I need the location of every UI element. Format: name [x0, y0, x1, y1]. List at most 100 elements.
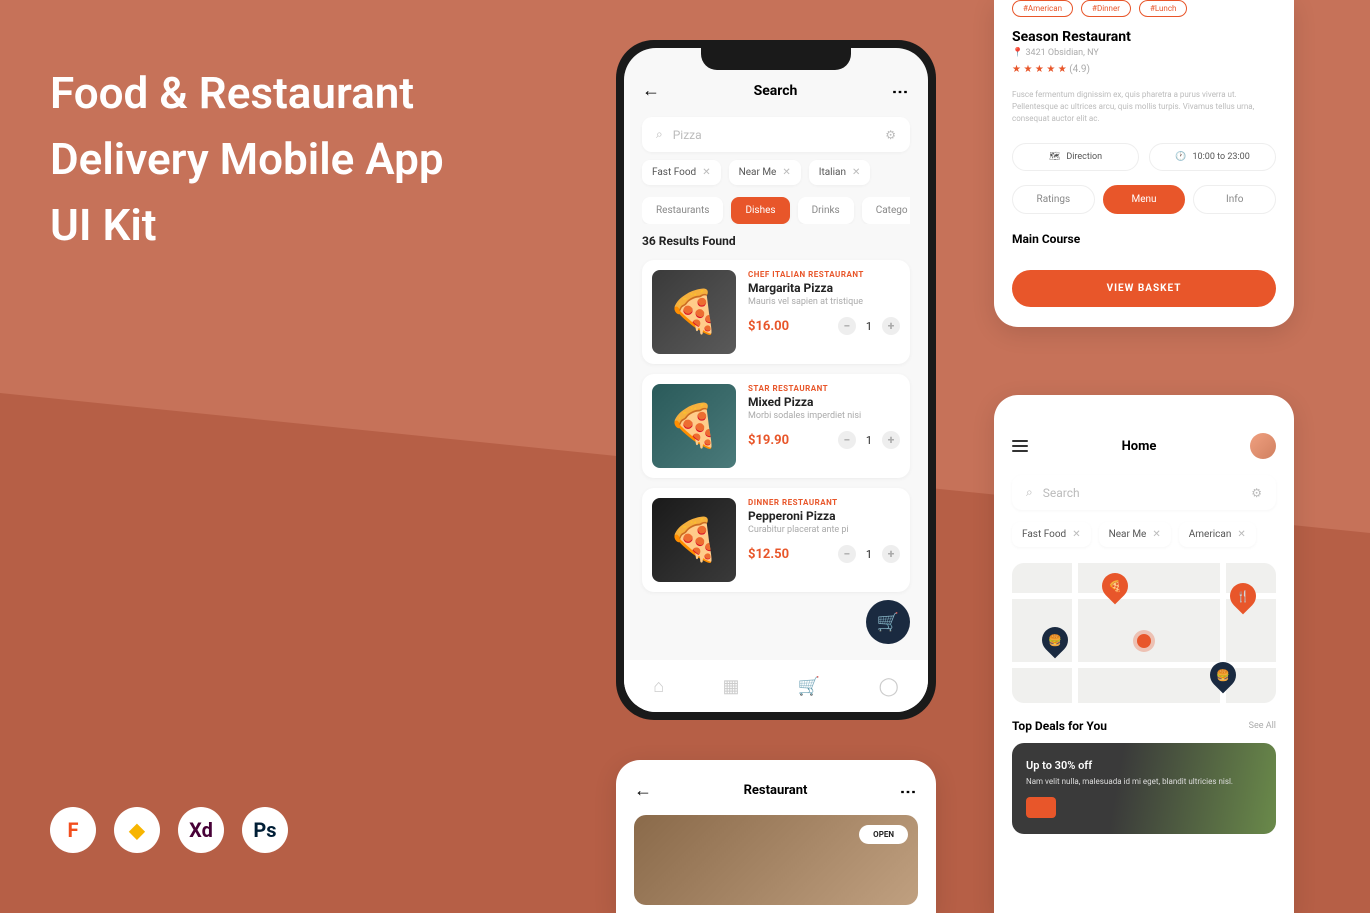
dish-desc: Mauris vel sapien at tristique [748, 297, 900, 307]
qty-plus[interactable]: + [882, 431, 900, 449]
search-icon: ⌕ [1026, 485, 1033, 500]
nav-map-icon[interactable]: ▦ [722, 676, 739, 697]
dish-desc: Morbi sodales imperdiet nisi [748, 411, 900, 421]
tab-drinks[interactable]: Drinks [798, 197, 854, 224]
nav-cart-icon[interactable]: 🛒 [798, 676, 820, 697]
sketch-icon: ◆ [114, 807, 160, 853]
tab-categories[interactable]: Catego [862, 197, 910, 224]
cuisine-tag[interactable]: #American [1012, 0, 1073, 17]
qty-value: 1 [866, 548, 872, 561]
dish-image: 🍕 [652, 498, 736, 582]
close-icon[interactable]: ✕ [1237, 529, 1245, 540]
dish-price: $19.90 [748, 433, 789, 448]
cuisine-tag[interactable]: #Lunch [1139, 0, 1187, 17]
home-screen: Home ⌕ Search ⚙ Fast Food✕ Near Me✕ Amer… [994, 395, 1294, 913]
dish-name: Margarita Pizza [748, 281, 900, 295]
avatar[interactable] [1250, 433, 1276, 459]
view-basket-button[interactable]: VIEW BASKET [1012, 270, 1276, 307]
filter-chip[interactable]: Fast Food✕ [1012, 522, 1091, 547]
restaurant-description: Fusce fermentum dignissim ex, quis phare… [1012, 89, 1276, 125]
more-icon[interactable]: ⋮ [891, 84, 910, 98]
section-title: Main Course [1012, 232, 1276, 246]
filter-chip[interactable]: Near Me✕ [729, 160, 801, 185]
tab-info[interactable]: Info [1193, 185, 1276, 214]
deal-button[interactable] [1026, 797, 1056, 818]
page-title: Home [1122, 439, 1157, 454]
tab-restaurants[interactable]: Restaurants [642, 197, 723, 224]
restaurant-detail-screen: #American #Dinner #Lunch Season Restaura… [994, 0, 1294, 327]
deal-title: Up to 30% off [1026, 759, 1262, 772]
search-input[interactable]: ⌕ Pizza ⚙ [642, 117, 910, 152]
dish-restaurant: DINNER RESTAURANT [748, 498, 900, 507]
filter-chip[interactable]: Near Me✕ [1099, 522, 1171, 547]
close-icon[interactable]: ✕ [1152, 529, 1160, 540]
dish-image: 🍕 [652, 384, 736, 468]
search-input[interactable]: ⌕ Search ⚙ [1012, 475, 1276, 510]
figma-icon: F [50, 807, 96, 853]
current-location-icon [1137, 634, 1151, 648]
photoshop-icon: Ps [242, 807, 288, 853]
deals-title: Top Deals for You [1012, 719, 1107, 733]
close-icon[interactable]: ✕ [702, 167, 710, 178]
dish-card[interactable]: 🍕 CHEF ITALIAN RESTAURANT Margarita Pizz… [642, 260, 910, 364]
filter-chip[interactable]: Fast Food✕ [642, 160, 721, 185]
deal-card[interactable]: Up to 30% off Nam velit nulla, malesuada… [1012, 743, 1276, 834]
rating: ★ ★ ★ ★ ★ (4.9) [1012, 64, 1276, 75]
close-icon[interactable]: ✕ [852, 167, 860, 178]
back-icon[interactable]: ← [634, 780, 652, 801]
qty-value: 1 [866, 434, 872, 447]
filter-chip[interactable]: Italian✕ [809, 160, 871, 185]
close-icon[interactable]: ✕ [782, 167, 790, 178]
dish-desc: Curabitur placerat ante pi [748, 525, 900, 535]
bottom-nav: ⌂ ▦ 🛒 ◯ [624, 660, 928, 712]
page-title: Search [754, 83, 798, 99]
direction-button[interactable]: 🗺 Direction [1012, 143, 1139, 171]
nav-profile-icon[interactable]: ◯ [879, 676, 899, 697]
qty-plus[interactable]: + [882, 545, 900, 563]
nav-home-icon[interactable]: ⌂ [653, 676, 664, 697]
search-value: Pizza [673, 128, 702, 142]
more-icon[interactable]: ⋮ [899, 784, 918, 798]
dish-card[interactable]: 🍕 DINNER RESTAURANT Pepperoni Pizza Cura… [642, 488, 910, 592]
xd-icon: Xd [178, 807, 224, 853]
page-title: Restaurant [744, 783, 808, 798]
tab-ratings[interactable]: Ratings [1012, 185, 1095, 214]
dish-restaurant: STAR RESTAURANT [748, 384, 900, 393]
hours-chip: 🕐 10:00 to 23:00 [1149, 143, 1276, 171]
qty-plus[interactable]: + [882, 317, 900, 335]
dish-price: $16.00 [748, 319, 789, 334]
qty-minus[interactable]: − [838, 431, 856, 449]
map[interactable]: 🍕 🍴 🍔 🍔 [1012, 563, 1276, 703]
qty-minus[interactable]: − [838, 317, 856, 335]
qty-value: 1 [866, 320, 872, 333]
deal-desc: Nam velit nulla, malesuada id mi eget, b… [1026, 776, 1262, 787]
restaurant-image: OPEN [634, 815, 918, 905]
promo-title: Food & Restaurant Delivery Mobile App UI… [50, 60, 470, 258]
dish-image: 🍕 [652, 270, 736, 354]
dish-card[interactable]: 🍕 STAR RESTAURANT Mixed Pizza Morbi soda… [642, 374, 910, 478]
tab-menu[interactable]: Menu [1103, 185, 1186, 214]
tool-icons: F ◆ Xd Ps [50, 807, 288, 853]
filter-chip[interactable]: American✕ [1179, 522, 1256, 547]
search-placeholder: Search [1043, 486, 1080, 500]
dish-price: $12.50 [748, 547, 789, 562]
search-icon: ⌕ [656, 127, 663, 142]
dish-restaurant: CHEF ITALIAN RESTAURANT [748, 270, 900, 279]
tab-dishes[interactable]: Dishes [731, 197, 789, 224]
see-all-link[interactable]: See All [1249, 721, 1276, 731]
menu-icon[interactable] [1012, 440, 1028, 452]
restaurant-address: 📍 3421 Obsidian, NY [1012, 48, 1276, 58]
cuisine-tag[interactable]: #Dinner [1081, 0, 1131, 17]
close-icon[interactable]: ✕ [1072, 529, 1080, 540]
map-pin-icon[interactable]: 🍴 [1225, 578, 1262, 615]
map-pin-icon[interactable]: 🍔 [1037, 622, 1074, 659]
back-icon[interactable]: ← [642, 80, 660, 101]
dish-name: Pepperoni Pizza [748, 509, 900, 523]
filter-icon[interactable]: ⚙ [1251, 486, 1262, 500]
cart-button[interactable]: 🛒 [866, 600, 910, 644]
filter-icon[interactable]: ⚙ [885, 128, 896, 142]
restaurant-name: Season Restaurant [1012, 29, 1276, 45]
restaurant-screen: ← Restaurant ⋮ OPEN [616, 760, 936, 913]
search-screen: ← Search ⋮ ⌕ Pizza ⚙ Fast Food✕ Near Me✕… [616, 40, 936, 720]
qty-minus[interactable]: − [838, 545, 856, 563]
